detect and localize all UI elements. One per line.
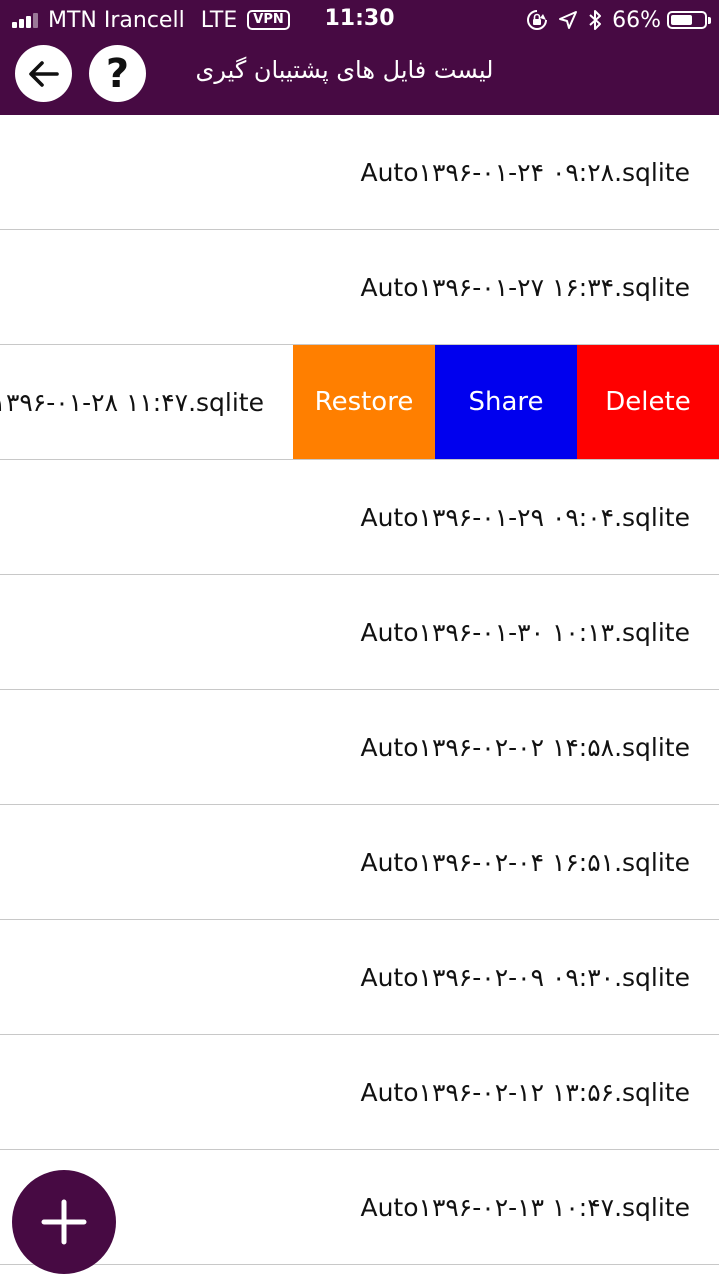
list-item[interactable]: Auto۱۳۹۶-۰۱-۳۰ ۱۰:۱۳.sqlite (0, 575, 719, 690)
status-right: 66% (526, 7, 711, 33)
location-icon (558, 10, 578, 30)
backup-files-screen: MTN Irancell LTE VPN 11:30 66% ? لیست فا… (0, 0, 719, 1280)
add-backup-button[interactable] (12, 1170, 116, 1274)
file-name: Auto۱۳۹۶-۰۲-۰۲ ۱۴:۵۸.sqlite (360, 732, 690, 762)
bluetooth-icon (588, 9, 602, 31)
battery-percent: 66% (612, 7, 661, 33)
swipe-actions: Restore Share Delete (293, 345, 719, 459)
page-title: لیست فایل های پشتیبان گیری (195, 56, 494, 84)
list-item[interactable]: Auto۱۳۹۶-۰۲-۰۹ ۰۹:۳۰.sqlite (0, 920, 719, 1035)
file-name: Auto۱۳۹۶-۰۱-۳۰ ۱۰:۱۳.sqlite (360, 617, 690, 647)
delete-button[interactable]: Delete (577, 345, 719, 459)
list-item[interactable]: Auto۱۳۹۶-۰۱-۲۹ ۰۹:۰۴.sqlite (0, 460, 719, 575)
list-item[interactable]: Auto۱۳۹۶-۰۲-۰۴ ۱۶:۵۱.sqlite (0, 805, 719, 920)
list-item-swiped[interactable]: Auto۱۳۹۶-۰۱-۲۸ ۱۱:۴۷.sqlite Restore Shar… (0, 345, 719, 460)
list-item[interactable]: Auto۱۳۹۶-۰۱-۲۴ ۰۹:۲۸.sqlite (0, 115, 719, 230)
orientation-lock-icon (526, 9, 548, 31)
file-name: Auto۱۳۹۶-۰۲-۱۳ ۱۰:۴۷.sqlite (360, 1192, 690, 1222)
battery-icon (667, 11, 711, 29)
back-button[interactable] (15, 45, 72, 102)
battery-fill (671, 15, 693, 25)
battery-nub (708, 17, 711, 24)
file-name: Auto۱۳۹۶-۰۲-۰۹ ۰۹:۳۰.sqlite (360, 962, 690, 992)
restore-button[interactable]: Restore (293, 345, 435, 459)
status-bar: MTN Irancell LTE VPN 11:30 66% (0, 0, 719, 40)
file-name: Auto۱۳۹۶-۰۲-۱۲ ۱۳:۵۶.sqlite (360, 1077, 690, 1107)
file-name: Auto۱۳۹۶-۰۱-۲۴ ۰۹:۲۸.sqlite (360, 157, 690, 187)
backup-file-list: Auto۱۳۹۶-۰۱-۲۴ ۰۹:۲۸.sqlite Auto۱۳۹۶-۰۱-… (0, 115, 719, 1265)
question-icon: ? (105, 50, 130, 97)
app-header: MTN Irancell LTE VPN 11:30 66% ? لیست فا… (0, 0, 719, 115)
list-item[interactable]: Auto۱۳۹۶-۰۱-۲۷ ۱۶:۳۴.sqlite (0, 230, 719, 345)
share-button[interactable]: Share (435, 345, 577, 459)
file-name: Auto۱۳۹۶-۰۱-۲۹ ۰۹:۰۴.sqlite (360, 502, 690, 532)
file-name: Auto۱۳۹۶-۰۱-۲۷ ۱۶:۳۴.sqlite (360, 272, 690, 302)
list-item[interactable]: Auto۱۳۹۶-۰۲-۱۲ ۱۳:۵۶.sqlite (0, 1035, 719, 1150)
list-item[interactable]: Auto۱۳۹۶-۰۲-۰۲ ۱۴:۵۸.sqlite (0, 690, 719, 805)
file-name: Auto۱۳۹۶-۰۱-۲۸ ۱۱:۴۷.sqlite (0, 387, 264, 417)
help-button[interactable]: ? (89, 45, 146, 102)
file-name: Auto۱۳۹۶-۰۲-۰۴ ۱۶:۵۱.sqlite (360, 847, 690, 877)
arrow-left-icon (28, 60, 59, 87)
plus-icon (41, 1199, 87, 1245)
